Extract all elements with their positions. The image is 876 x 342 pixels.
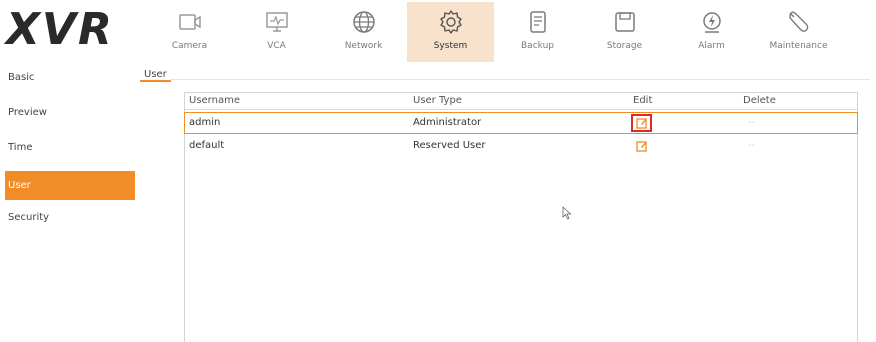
sidebar-item-preview[interactable]: Preview: [5, 101, 135, 136]
nav-maintenance[interactable]: Maintenance: [755, 2, 842, 62]
vca-monitor-icon: [264, 9, 290, 35]
globe-icon: [351, 9, 377, 35]
storage-icon: [612, 9, 638, 35]
nav-label: Backup: [521, 41, 554, 51]
alarm-icon: [699, 9, 725, 35]
nav-backup[interactable]: Backup: [494, 2, 581, 62]
table-header: Username User Type Edit Delete: [185, 93, 857, 110]
sidebar-item-basic[interactable]: Basic: [5, 66, 135, 101]
mouse-cursor-icon: [562, 206, 572, 220]
user-table: Username User Type Edit Delete admin Adm…: [184, 92, 858, 342]
backup-icon: [525, 9, 551, 35]
nav-system[interactable]: System: [407, 2, 494, 62]
nav-alarm[interactable]: Alarm: [668, 2, 755, 62]
nav-camera[interactable]: Camera: [146, 2, 233, 62]
top-bar: XVR Camera VCA Network System Backup Sto…: [0, 0, 876, 62]
header-delete: Delete: [743, 95, 776, 106]
nav-label: Alarm: [698, 41, 725, 51]
nav-label: VCA: [267, 41, 286, 51]
main-nav: Camera VCA Network System Backup Storage…: [146, 2, 842, 62]
tab-bar: User: [140, 62, 171, 82]
nav-storage[interactable]: Storage: [581, 2, 668, 62]
wrench-icon: [786, 9, 812, 35]
nav-label: Network: [344, 41, 383, 51]
delete-disabled: --: [748, 117, 756, 128]
edit-icon[interactable]: [636, 117, 648, 129]
nav-label: System: [433, 41, 468, 51]
xvr-logo: XVR: [6, 4, 114, 55]
nav-label: Camera: [171, 41, 208, 51]
row-username: default: [189, 140, 225, 151]
delete-disabled: --: [748, 140, 756, 151]
sidebar: Basic Preview Time User Security: [5, 66, 135, 341]
edit-icon[interactable]: [636, 140, 648, 152]
table-row[interactable]: default Reserved User --: [185, 136, 857, 158]
header-user-type: User Type: [413, 95, 462, 106]
table-row[interactable]: admin Administrator --: [184, 112, 858, 134]
sidebar-item-user[interactable]: User: [5, 171, 135, 200]
nav-label: Storage: [606, 41, 643, 51]
tab-divider: [170, 79, 870, 80]
tab-user[interactable]: User: [140, 64, 171, 82]
nav-label: Maintenance: [769, 41, 828, 51]
row-username: admin: [189, 117, 221, 128]
header-username: Username: [189, 95, 240, 106]
sidebar-item-time[interactable]: Time: [5, 136, 135, 171]
header-edit: Edit: [633, 95, 653, 106]
nav-network[interactable]: Network: [320, 2, 407, 62]
gear-icon: [438, 9, 464, 35]
nav-vca[interactable]: VCA: [233, 2, 320, 62]
row-user-type: Reserved User: [413, 140, 486, 151]
row-user-type: Administrator: [413, 117, 482, 128]
sidebar-item-security[interactable]: Security: [5, 206, 135, 241]
camera-icon: [177, 9, 203, 35]
